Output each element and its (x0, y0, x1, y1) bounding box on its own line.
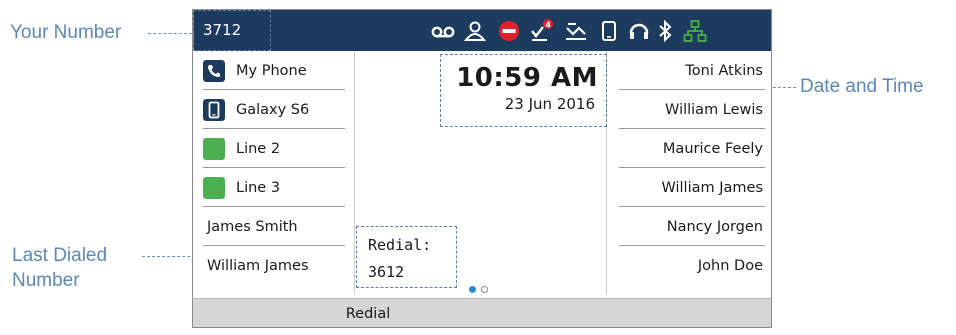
headset-icon[interactable] (627, 19, 651, 43)
mobile-device-icon[interactable] (597, 19, 621, 43)
speed-dial-key[interactable]: William Lewis (619, 91, 765, 129)
network-icon[interactable] (683, 19, 707, 43)
highlight-box-date-and-time (440, 54, 607, 127)
softkey-bar: Redial (193, 298, 771, 327)
page-indicator-dot-active[interactable] (469, 286, 476, 293)
speed-dial-key[interactable]: Maurice Feely (619, 130, 765, 168)
voicemail-icon[interactable] (431, 19, 455, 43)
callout-last-dialed-line1: Last Dialed (12, 245, 108, 266)
speed-dial-key[interactable]: Toni Atkins (619, 52, 765, 90)
line-status-icon (203, 177, 225, 199)
line-key-label: My Phone (236, 63, 307, 79)
line-key-galaxy-s6[interactable]: Galaxy S6 (203, 91, 345, 129)
status-bar: 3712 4 (193, 10, 771, 51)
missed-calls-count: 4 (545, 20, 551, 29)
speed-dial-key[interactable]: John Doe (619, 247, 765, 285)
speed-dial-panel: Toni Atkins William Lewis Maurice Feely … (606, 51, 771, 294)
line-key-label: Line 3 (236, 180, 281, 196)
line-key-william-james[interactable]: William James (203, 247, 345, 285)
callout-leader-your-number (148, 33, 192, 34)
line-keys-panel: My Phone Galaxy S6 Line 2 Line 3 James S… (193, 51, 355, 294)
line-key-my-phone[interactable]: My Phone (203, 52, 345, 90)
line-key-label: Galaxy S6 (236, 102, 310, 118)
phone-icon (203, 60, 225, 82)
highlight-box-last-dialed (356, 226, 457, 288)
redial-softkey[interactable]: Redial (193, 299, 543, 327)
bluetooth-icon[interactable] (653, 19, 677, 43)
call-forward-icon[interactable] (564, 19, 588, 43)
highlight-box-your-number (193, 10, 271, 51)
user-presence-icon[interactable] (463, 19, 487, 43)
line-key-line-3[interactable]: Line 3 (203, 169, 345, 207)
missed-calls-icon[interactable]: 4 (530, 19, 554, 43)
line-key-line-2[interactable]: Line 2 (203, 130, 345, 168)
line-key-james-smith[interactable]: James Smith (203, 208, 345, 246)
callout-last-dialed-line2: Number (12, 270, 80, 291)
page-indicator-dot-inactive[interactable] (481, 286, 488, 293)
speed-dial-key[interactable]: Nancy Jorgen (619, 208, 765, 246)
callout-your-number: Your Number (10, 22, 122, 43)
callout-date-and-time: Date and Time (800, 76, 924, 97)
line-key-label: James Smith (207, 219, 298, 235)
highlight-box-your-number-extension (193, 10, 194, 50)
do-not-disturb-icon[interactable] (497, 19, 521, 43)
line-key-label: William James (207, 258, 309, 274)
line-status-icon (203, 138, 225, 160)
mobile-phone-icon (203, 99, 225, 121)
speed-dial-key[interactable]: William James (619, 169, 765, 207)
line-key-label: Line 2 (236, 141, 281, 157)
